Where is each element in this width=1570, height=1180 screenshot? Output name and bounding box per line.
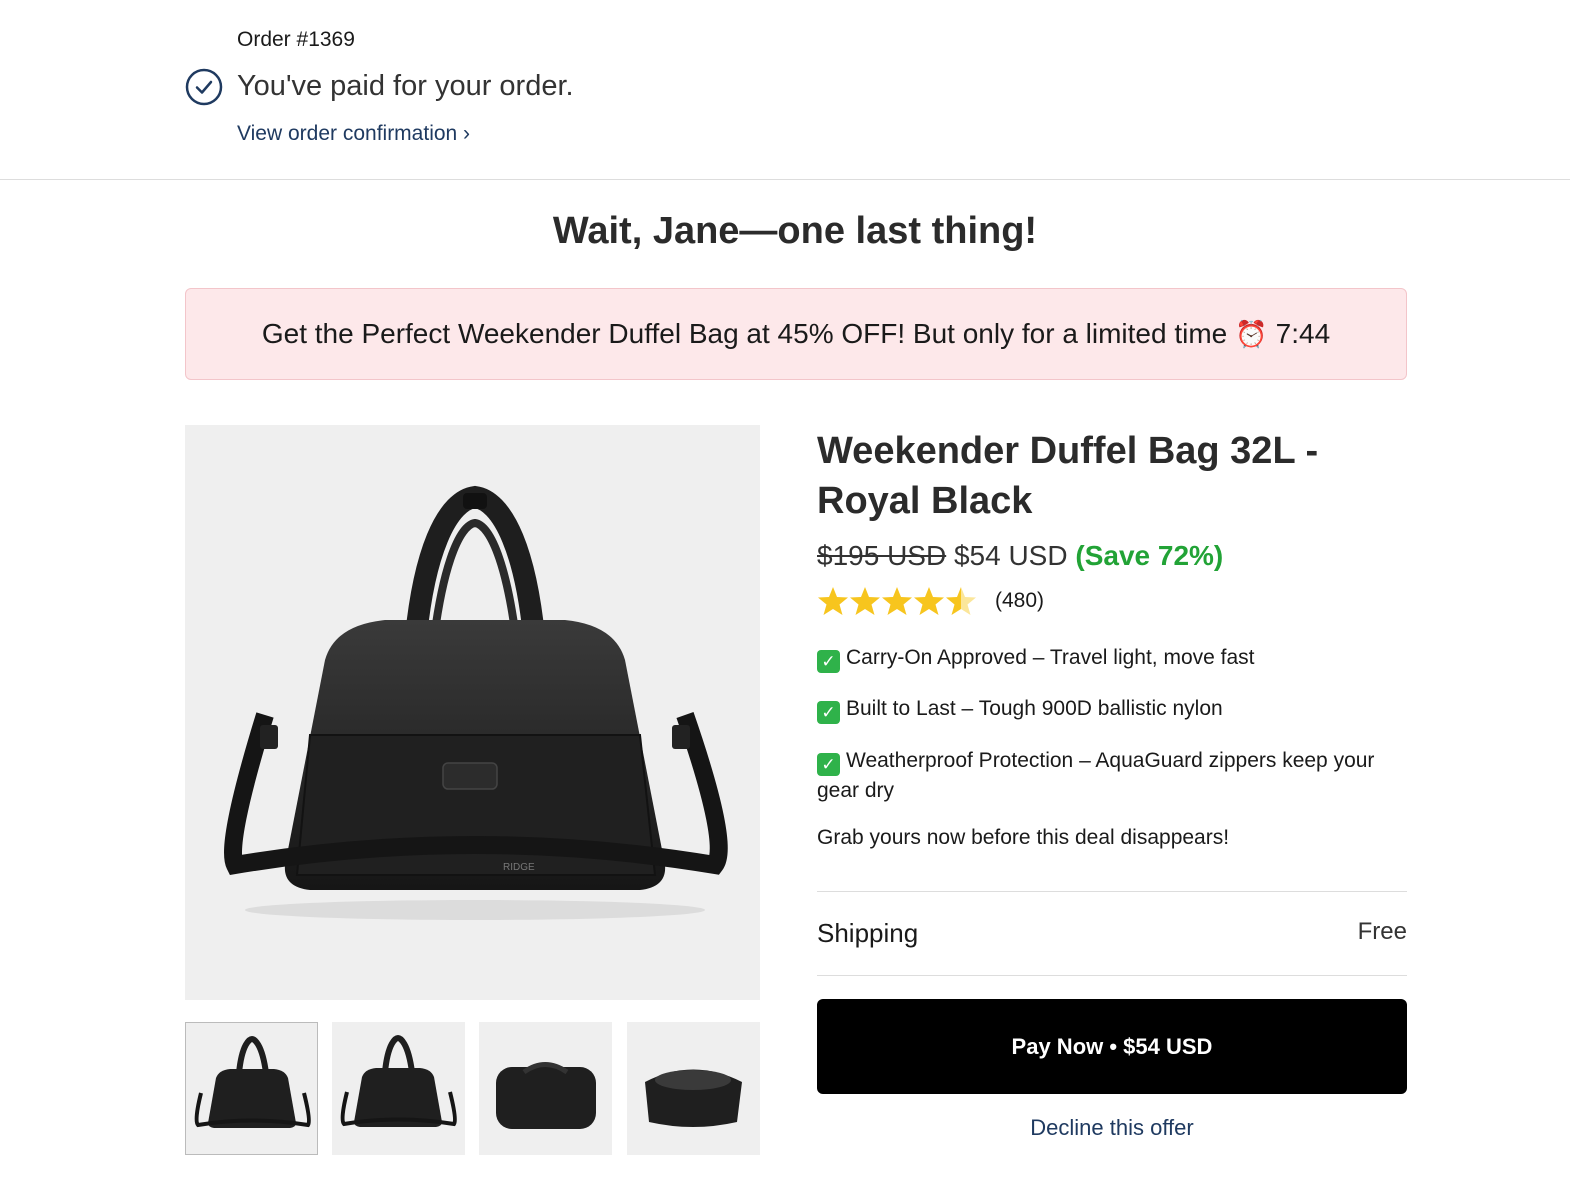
- countdown-timer: 7:44: [1275, 318, 1331, 349]
- product-title: Weekender Duffel Bag 32L - Royal Black: [817, 430, 1319, 522]
- star-icon: [850, 587, 880, 615]
- upsell-headline: Wait, Jane—one last thing!: [552, 210, 1038, 252]
- thumbnail-4[interactable]: [627, 1022, 760, 1155]
- alarm-clock-icon: ⏰: [1235, 318, 1268, 349]
- shipping-label: Shipping: [817, 918, 919, 948]
- decline-offer-link[interactable]: Decline this offer: [817, 1115, 1407, 1141]
- original-price: $195 USD: [817, 540, 947, 571]
- feature-item: ✓ Weatherproof Protection – AquaGuard zip…: [817, 749, 1375, 802]
- star-icon: [914, 587, 944, 615]
- rating-stars: (480): [817, 586, 1044, 616]
- feature-item: ✓ Built to Last – Tough 900D ballistic ny…: [817, 694, 1387, 724]
- pay-now-button[interactable]: Pay Now • $54 USD: [817, 999, 1407, 1094]
- check-circle-icon: [185, 68, 223, 106]
- thumbnail-1[interactable]: [185, 1022, 318, 1155]
- savings-label: (Save 72%): [1075, 540, 1224, 571]
- divider: [817, 975, 1407, 976]
- thumbnail-bag-angle-image: [340, 1034, 457, 1127]
- thumbnail-3[interactable]: [479, 1022, 612, 1155]
- divider: [817, 891, 1407, 892]
- feature-item: ✓ Carry-On Approved – Travel light, move …: [817, 643, 1387, 673]
- checkmark-icon: ✓: [817, 753, 840, 776]
- checkmark-icon: ✓: [817, 650, 840, 673]
- review-count: (480): [995, 589, 1045, 612]
- duffel-bag-image: RIDGE: [224, 485, 728, 920]
- product-main-image: RIDGE: [185, 425, 760, 1000]
- order-paid-title: You've paid for your order.: [237, 70, 574, 102]
- star-icon: [882, 587, 912, 615]
- banner-text: Get the Perfect Weekender Duffel Bag at …: [261, 318, 1228, 349]
- sale-price: $54 USD: [953, 540, 1068, 571]
- thumbnail-2[interactable]: [332, 1022, 465, 1155]
- view-order-confirmation-link[interactable]: View order confirmation ›: [237, 122, 470, 146]
- star-icon: [818, 587, 848, 615]
- brand-label: RIDGE: [503, 862, 535, 873]
- call-to-action-text: Grab yours now before this deal disappea…: [817, 826, 1230, 849]
- thumbnail-bag-open-image: [645, 1069, 742, 1127]
- order-status-header: Order #1369 You've paid for your order. …: [0, 0, 1570, 180]
- limited-offer-banner: Get the Perfect Weekender Duffel Bag at …: [185, 288, 1407, 380]
- price-row: $195 USD $54 USD (Save 72%): [817, 540, 1223, 572]
- thumbnail-bag-front-image: [194, 1035, 311, 1128]
- thumbnail-bag-top-image: [496, 1062, 596, 1129]
- checkmark-icon: ✓: [817, 701, 840, 724]
- shipping-value: Free: [1357, 918, 1407, 945]
- order-number: Order #1369: [237, 28, 355, 51]
- half-star-icon: [946, 587, 976, 615]
